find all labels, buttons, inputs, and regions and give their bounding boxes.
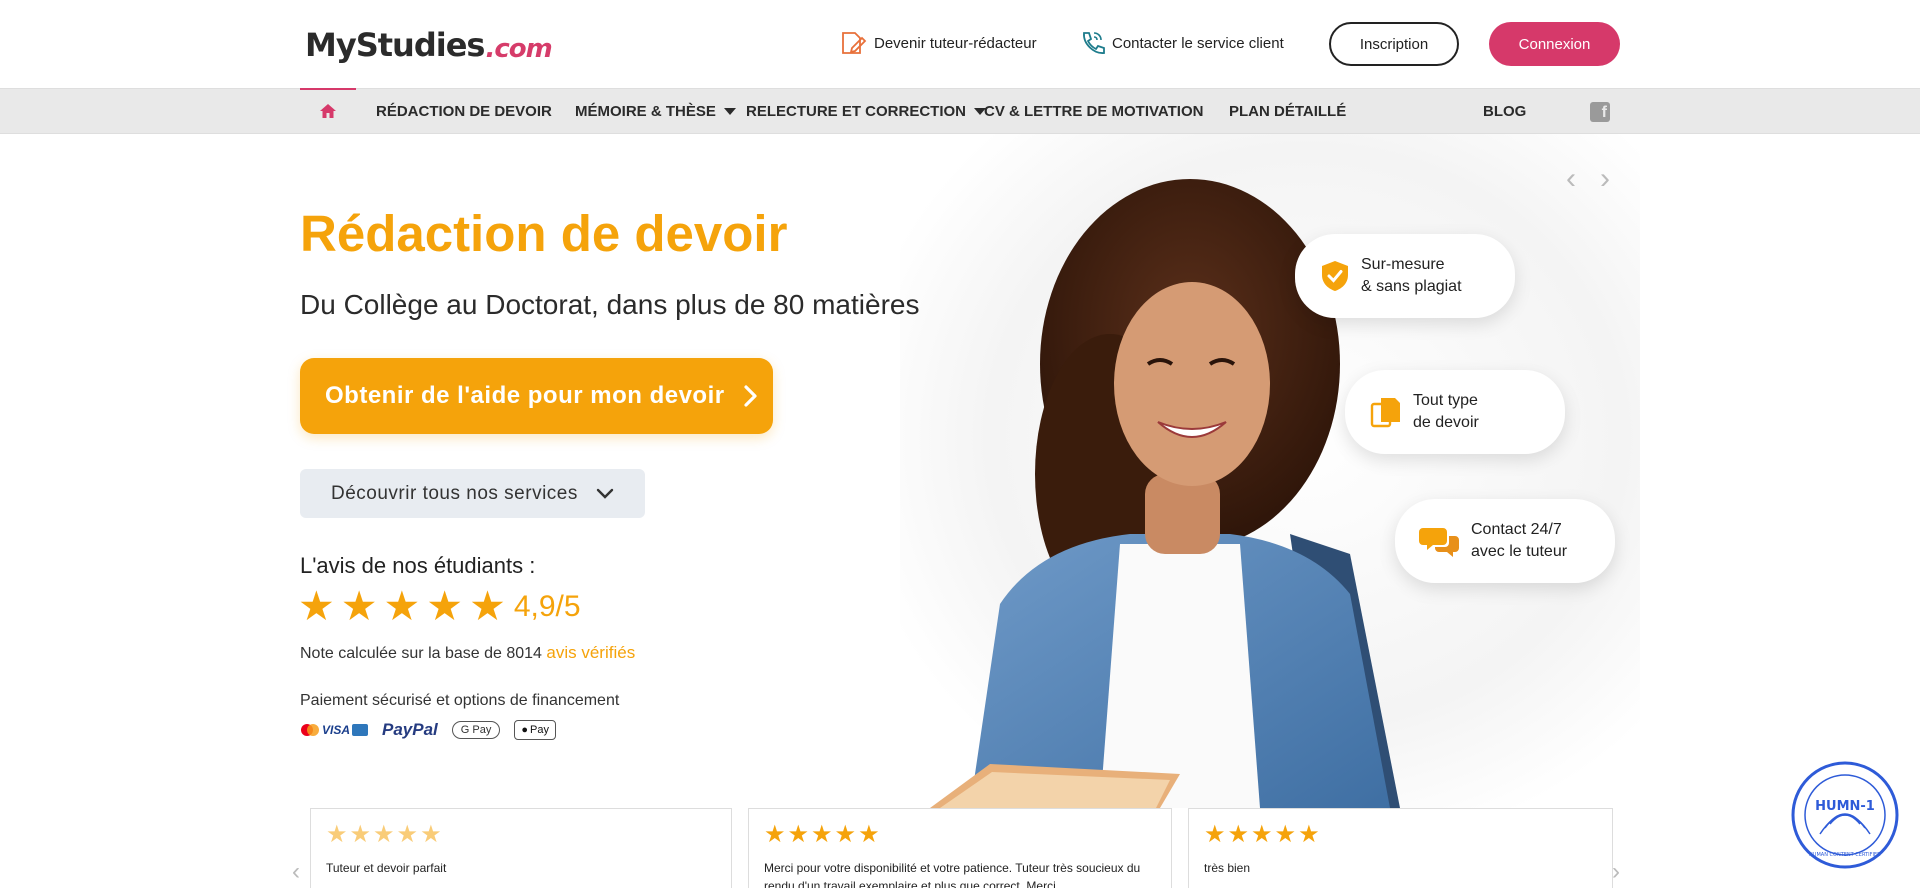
nav-item-label: PLAN DÉTAILLÉ (1229, 102, 1347, 120)
get-help-button[interactable]: Obtenir de l'aide pour mon devoir (300, 358, 773, 434)
hero-title: Rédaction de devoir (300, 205, 788, 262)
review-card: ★★★★★ Tuteur et devoir parfait (310, 808, 732, 888)
nav-item-memoire[interactable]: MÉMOIRE & THÈSE (575, 89, 736, 133)
nav-item-relecture[interactable]: RELECTURE ET CORRECTION (746, 89, 987, 133)
review-text: très bien (1204, 861, 1251, 875)
chevron-down-icon (596, 488, 614, 499)
human-certified-badge[interactable]: HUMN-1 HUMAN CONTENT CERTIFIED (1790, 760, 1900, 870)
nav-item-label: BLOG (1483, 102, 1527, 120)
discover-services-dropdown[interactable]: Découvrir tous nos services (300, 469, 645, 518)
apple-pay-logo: ● Pay (514, 720, 556, 740)
review-text: Merci pour votre disponibilité et votre … (764, 861, 1141, 888)
star-icon: ★ (340, 583, 378, 629)
mastercard-icon (301, 724, 319, 736)
feature-bubble-custom: Sur-mesure & sans plagiat (1295, 234, 1515, 318)
visa-label: VISA (322, 723, 351, 737)
top-header: MyStudies .com Devenir tuteur-rédacteur … (0, 0, 1920, 88)
badge-ring-text: HUMAN CONTENT CERTIFIED (1809, 852, 1881, 858)
logo-suffix-text: .com (485, 34, 552, 64)
nav-item-redaction[interactable]: RÉDACTION DE DEVOIR (376, 89, 552, 133)
feature-bubble-contact: Contact 24/7 avec le tuteur (1395, 499, 1615, 583)
rating-note-text: Note calculée sur la base de 8014 (300, 645, 542, 662)
paypal-logo: PayPal (382, 720, 438, 739)
nav-item-label: MÉMOIRE & THÈSE (575, 102, 716, 120)
payment-title: Paiement sécurisé et options de financem… (300, 692, 620, 709)
rating-stars: ★ ★ ★ ★ ★ 4,9/5 (298, 586, 581, 627)
discover-services-label: Découvrir tous nos services (331, 482, 578, 504)
hero-subtitle: Du Collège au Doctorat, dans plus de 80 … (300, 289, 920, 320)
star-icon: ★ (469, 583, 506, 629)
nav-item-blog[interactable]: BLOG (1483, 89, 1526, 133)
nav-item-plan[interactable]: PLAN DÉTAILLÉ (1229, 89, 1346, 133)
nav-item-cv[interactable]: CV & LETTRE DE MOTIVATION (984, 89, 1203, 133)
amex-icon (352, 724, 369, 736)
feature-line2: de devoir (1413, 414, 1479, 431)
pen-document-icon (842, 32, 867, 54)
caret-down-icon (723, 107, 736, 115)
star-icon: ★ (298, 583, 335, 629)
review-card: ★★★★★ très bien (1188, 808, 1613, 888)
reviews-next-arrow[interactable]: › (1612, 858, 1620, 886)
hero-prev-arrow[interactable]: ‹ (1566, 162, 1576, 196)
star-icon: ★ (426, 583, 464, 629)
feature-line1: Sur-mesure (1361, 256, 1445, 273)
verified-reviews-link[interactable]: avis vérifiés (546, 643, 635, 662)
rating-note: Note calculée sur la base de 8014 avis v… (300, 643, 635, 663)
nav-item-label: RÉDACTION DE DEVOIR (376, 102, 552, 120)
google-pay-logo: G Pay (451, 721, 501, 739)
rating-value: 4,9/5 (513, 589, 581, 623)
chevron-right-icon (743, 385, 757, 407)
feature-line1: Tout type (1413, 392, 1478, 409)
login-button[interactable]: Connexion (1489, 22, 1620, 66)
card-logo: VISA (300, 723, 369, 737)
feature-text: Contact 24/7 avec le tuteur (1471, 519, 1567, 563)
reviews-prev-arrow[interactable]: ‹ (292, 858, 300, 886)
site-logo[interactable]: MyStudies .com (305, 24, 553, 64)
contact-support-label: Contacter le service client (1112, 34, 1284, 52)
apple-pay-label: Pay (530, 724, 549, 736)
feature-text: Tout type de devoir (1413, 390, 1479, 434)
review-card: ★★★★★ Merci pour votre disponibilité et … (748, 808, 1172, 888)
become-tutor-label: Devenir tuteur-rédacteur (874, 34, 1037, 52)
get-help-label: Obtenir de l'aide pour mon devoir (325, 382, 725, 409)
become-tutor-link[interactable]: Devenir tuteur-rédacteur (840, 30, 1037, 56)
reviews-heading: L'avis de nos étudiants : (300, 553, 536, 578)
nav-home-button[interactable] (300, 88, 356, 132)
phone-icon (1083, 32, 1105, 54)
facebook-icon[interactable]: f (1590, 102, 1610, 122)
home-icon (320, 104, 336, 118)
apple-icon: ● (521, 724, 529, 736)
payment-methods: VISA PayPal G Pay ● Pay (300, 720, 570, 740)
review-stars: ★★★★★ (326, 821, 444, 848)
shield-check-icon (1322, 261, 1348, 291)
logo-main-text: MyStudies (305, 26, 485, 64)
review-text: Tuteur et devoir parfait (326, 861, 447, 875)
review-stars: ★★★★★ (1204, 821, 1322, 848)
feature-line1: Contact 24/7 (1471, 521, 1562, 538)
feature-line2: & sans plagiat (1361, 278, 1462, 295)
chat-bubbles-icon (1419, 528, 1459, 557)
hero-section: ‹ › Rédaction de devoir Du Collège au Do… (0, 134, 1920, 808)
reviews-carousel: ‹ ★★★★★ Tuteur et devoir parfait ★★★★★ M… (0, 808, 1920, 888)
nav-item-label: RELECTURE ET CORRECTION (746, 102, 967, 120)
star-icon: ★ (383, 583, 421, 629)
feature-bubble-types: Tout type de devoir (1345, 370, 1565, 454)
main-nav: RÉDACTION DE DEVOIR MÉMOIRE & THÈSE RELE… (0, 88, 1920, 134)
page: MyStudies .com Devenir tuteur-rédacteur … (0, 0, 1920, 888)
signup-button[interactable]: Inscription (1329, 22, 1459, 66)
badge-label: HUMN-1 (1815, 799, 1875, 814)
nav-item-label: CV & LETTRE DE MOTIVATION (984, 102, 1204, 120)
review-stars: ★★★★★ (764, 821, 882, 848)
documents-icon (1370, 398, 1400, 428)
feature-line2: avec le tuteur (1471, 543, 1568, 560)
contact-support-link[interactable]: Contacter le service client (1078, 30, 1284, 56)
hero-next-arrow[interactable]: › (1600, 162, 1610, 196)
feature-text: Sur-mesure & sans plagiat (1361, 254, 1462, 298)
